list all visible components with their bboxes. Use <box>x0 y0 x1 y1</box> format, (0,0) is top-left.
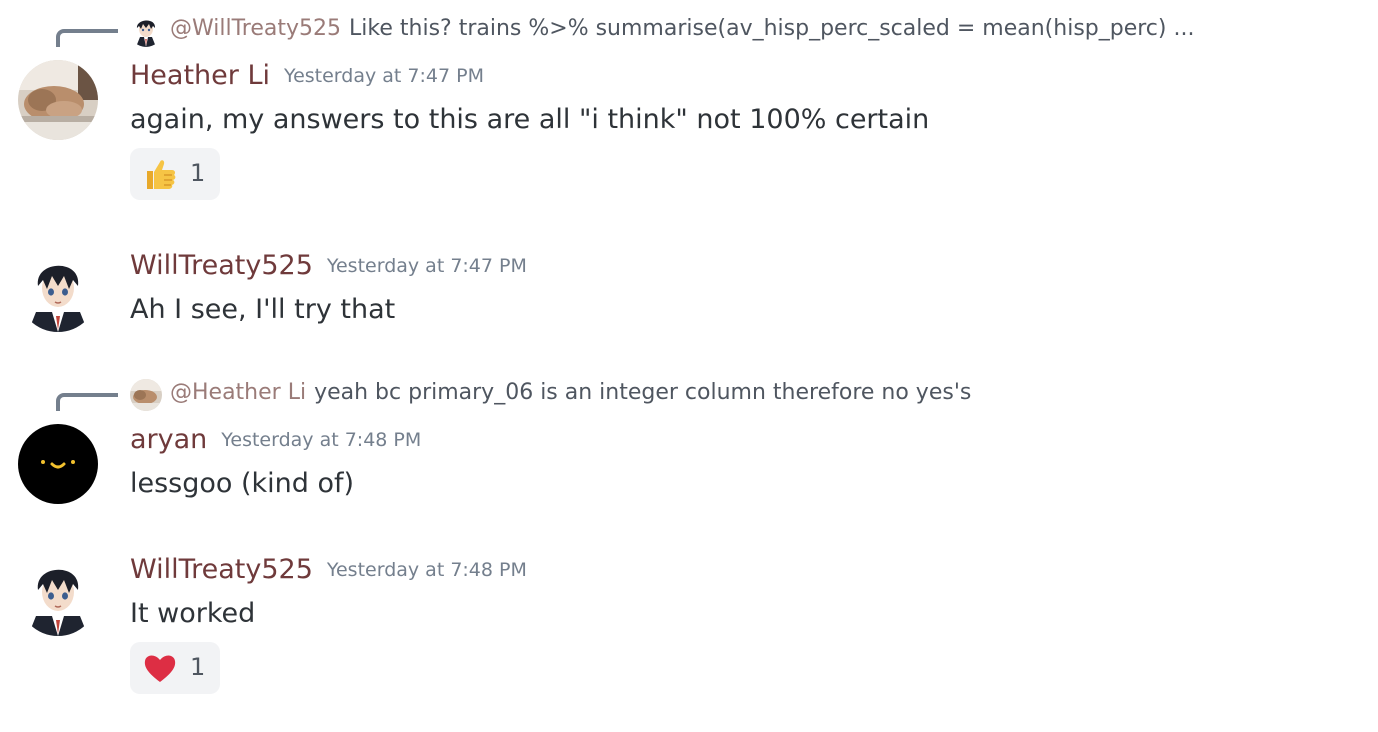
message-timestamp: Yesterday at 7:47 PM <box>284 65 484 87</box>
avatar-willtreaty[interactable] <box>18 252 98 332</box>
message-timestamp: Yesterday at 7:48 PM <box>221 429 422 451</box>
message-author[interactable]: WillTreaty525 Yesterday at 7:48 PM <box>130 554 527 585</box>
reply-preview[interactable]: @Heather Li yeah bc primary_06 is an inte… <box>170 380 971 405</box>
reply-connector <box>56 393 118 411</box>
reply-text: yeah bc primary_06 is an integer column … <box>314 380 972 405</box>
author-name[interactable]: WillTreaty525 <box>130 250 313 281</box>
avatar-heather-li[interactable] <box>18 60 98 140</box>
reply-avatar-willtreaty[interactable] <box>130 15 162 47</box>
message-timestamp: Yesterday at 7:48 PM <box>326 559 527 581</box>
thumbs-up-icon <box>147 160 176 189</box>
message-content: again, my answers to this are all "i thi… <box>130 104 930 135</box>
reaction-thumbs-up[interactable]: 1 <box>130 148 220 200</box>
reply-text: Like this? trains %>% summarise(av_hisp_… <box>349 16 1195 41</box>
author-name[interactable]: aryan <box>130 424 207 455</box>
message-author[interactable]: WillTreaty525 Yesterday at 7:47 PM <box>130 250 527 281</box>
message-content: Ah I see, I'll try that <box>130 294 396 325</box>
message-author[interactable]: aryan Yesterday at 7:48 PM <box>130 424 421 455</box>
avatar-willtreaty[interactable] <box>18 556 98 636</box>
reaction-count: 1 <box>190 159 206 187</box>
reply-preview[interactable]: @WillTreaty525 Like this? trains %>% summ… <box>170 16 1194 41</box>
author-name[interactable]: Heather Li <box>130 60 270 91</box>
message-author[interactable]: Heather Li Yesterday at 7:47 PM <box>130 60 484 91</box>
heart-icon <box>144 655 176 682</box>
author-name[interactable]: WillTreaty525 <box>130 554 313 585</box>
message-timestamp: Yesterday at 7:47 PM <box>326 255 527 277</box>
reaction-count: 1 <box>190 653 206 681</box>
reply-connector <box>56 29 118 47</box>
avatar-aryan[interactable] <box>18 424 98 504</box>
message-content: It worked <box>130 598 256 629</box>
reply-mention[interactable]: @Heather Li <box>170 380 306 405</box>
reply-mention[interactable]: @WillTreaty525 <box>170 16 341 41</box>
reply-avatar-heather-li[interactable] <box>130 379 162 411</box>
reaction-heart[interactable]: 1 <box>130 642 220 694</box>
message-content: lessgoo (kind of) <box>130 468 355 499</box>
